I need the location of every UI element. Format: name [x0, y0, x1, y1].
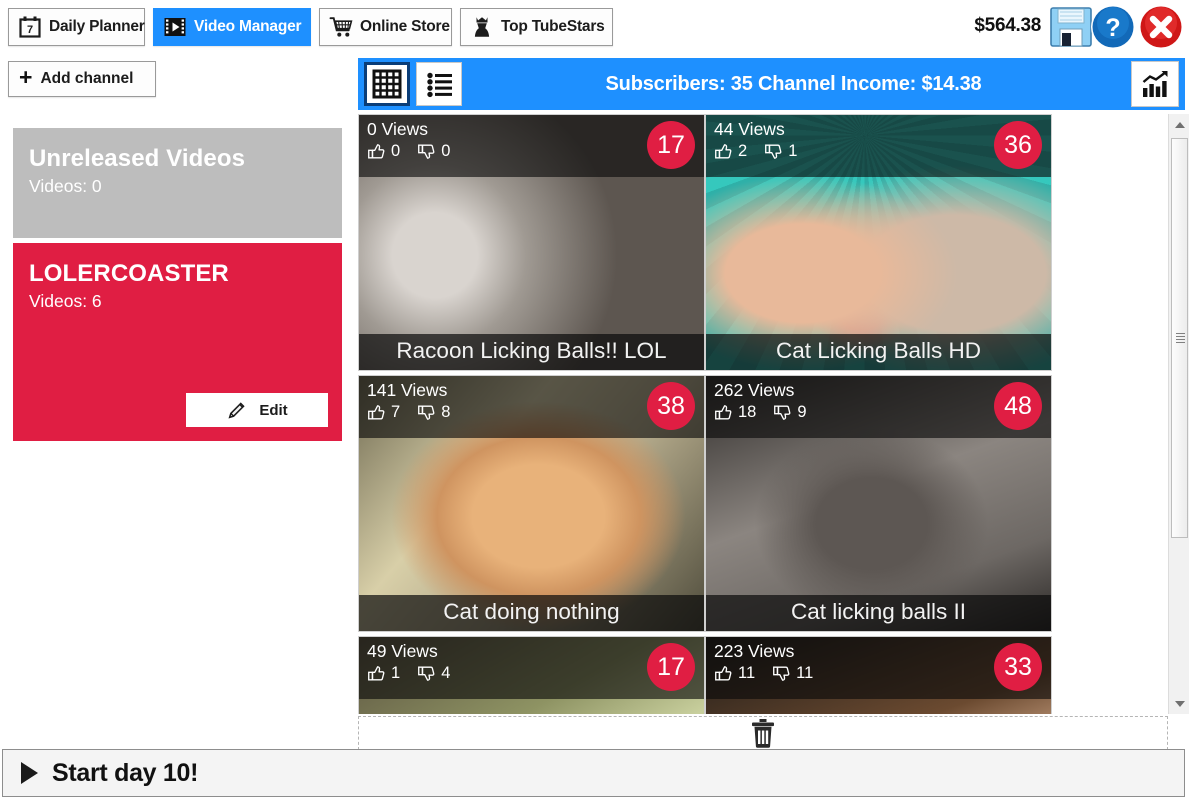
play-triangle-icon [21, 762, 38, 784]
scrollbar-grip-icon [1176, 333, 1185, 343]
video-likes: 18 [738, 402, 757, 421]
channel-video-count: Videos: 0 [29, 176, 102, 197]
video-dislikes: 11 [796, 663, 814, 682]
help-button[interactable]: ? [1089, 3, 1137, 51]
channel-statistics-button[interactable] [1131, 61, 1179, 107]
sidebar-channel-unreleased-videos[interactable]: Unreleased Videos Videos: 0 [13, 128, 342, 238]
tab-online-store-label: Online Store [360, 18, 450, 35]
shopping-cart-icon [329, 17, 353, 37]
thumbs-down-icon [418, 666, 435, 681]
video-title: Cat Licking Balls HD [706, 334, 1051, 370]
pencil-edit-icon [228, 402, 245, 419]
close-button[interactable] [1137, 3, 1185, 51]
tab-video-manager-label: Video Manager [194, 18, 302, 35]
chess-king-icon [474, 17, 490, 37]
video-likes: 0 [391, 141, 401, 160]
grid-view-icon [372, 69, 402, 99]
edit-channel-button[interactable]: Edit [186, 393, 328, 427]
video-grid-scrollbar[interactable] [1168, 114, 1189, 714]
start-day-button[interactable]: Start day 10! [2, 749, 1185, 797]
video-tile[interactable]: 49 Views 1 4 17 [358, 636, 705, 714]
tab-daily-planner[interactable]: 7 Daily Planner [8, 8, 145, 46]
video-tile[interactable]: 141 Views 7 8 38 Cat doing nothing [358, 375, 705, 632]
list-view-icon [427, 72, 452, 98]
svg-text:?: ? [1105, 14, 1120, 42]
video-tile[interactable]: 44 Views 2 1 36 Cat Licking Balls HD [705, 114, 1052, 371]
video-title: Cat doing nothing [359, 595, 704, 631]
video-score-badge: 48 [994, 382, 1042, 430]
video-likes: 1 [391, 663, 401, 682]
channel-stats-text: Subscribers: 35 Channel Income: $14.38 [605, 72, 982, 95]
edit-channel-label: Edit [259, 401, 288, 419]
thumbs-up-icon [368, 143, 385, 159]
tab-top-tubestars-label: Top TubeStars [501, 18, 605, 35]
video-tile[interactable]: 0 Views 0 0 17 Racoon Licking Balls!! LO… [358, 114, 705, 371]
video-tile[interactable]: 223 Views 11 11 33 [705, 636, 1052, 714]
film-play-icon [164, 18, 186, 36]
channel-sidebar: + Add channel Unreleased Videos Videos: … [0, 55, 355, 745]
thumbs-up-icon [715, 143, 732, 159]
video-likes: 2 [738, 141, 748, 160]
video-manager-window: 7 Daily Planner Video Manager Online Sto… [0, 0, 1189, 800]
video-dislikes: 1 [788, 141, 798, 160]
thumbs-down-icon [765, 144, 782, 159]
money-balance: $564.38 [974, 15, 1041, 36]
video-score-badge: 38 [647, 382, 695, 430]
grid-view-button[interactable] [364, 62, 410, 106]
video-likes: 7 [391, 402, 401, 421]
plus-icon: + [19, 64, 33, 90]
video-score-badge: 17 [647, 643, 695, 691]
video-grid: 0 Views 0 0 17 Racoon Licking Balls!! LO… [358, 114, 1168, 714]
tab-top-tubestars[interactable]: Top TubeStars [460, 8, 613, 46]
calendar-icon: 7 [19, 16, 41, 38]
tab-daily-planner-label: Daily Planner [49, 18, 145, 35]
channel-video-count: Videos: 6 [29, 291, 102, 312]
channel-name: Unreleased Videos [29, 145, 246, 172]
video-dislikes: 9 [797, 402, 807, 421]
video-score-badge: 33 [994, 643, 1042, 691]
top-navigation-bar: 7 Daily Planner Video Manager Online Sto… [0, 0, 1189, 55]
thumbs-down-icon [773, 666, 790, 681]
video-title: Cat licking balls II [706, 595, 1051, 631]
start-day-label: Start day 10! [52, 758, 199, 787]
video-dislikes: 4 [441, 663, 451, 682]
thumbs-up-icon [715, 665, 732, 681]
video-tile[interactable]: 262 Views 18 9 48 Cat licking balls II [705, 375, 1052, 632]
sidebar-channel-lolercoaster[interactable]: LOLERCOASTER Videos: 6 Edit [13, 243, 342, 441]
tab-online-store[interactable]: Online Store [319, 8, 452, 46]
bar-chart-stats-icon [1142, 71, 1168, 97]
video-score-badge: 17 [647, 121, 695, 169]
thumbs-down-icon [418, 144, 435, 159]
video-dislikes: 8 [441, 402, 451, 421]
video-likes: 11 [738, 663, 756, 682]
save-button[interactable] [1049, 5, 1093, 49]
trash-drop-zone[interactable] [358, 716, 1168, 750]
channel-name: LOLERCOASTER [29, 260, 229, 287]
video-title: Racoon Licking Balls!! LOL [359, 334, 704, 370]
svg-text:7: 7 [27, 24, 33, 36]
video-score-badge: 36 [994, 121, 1042, 169]
thumbs-down-icon [774, 405, 791, 420]
trash-can-icon [752, 719, 774, 748]
channel-stats-bar: Subscribers: 35 Channel Income: $14.38 [358, 58, 1185, 110]
list-view-button[interactable] [416, 62, 462, 106]
add-channel-button[interactable]: + Add channel [8, 61, 156, 97]
scroll-up-arrow-icon[interactable] [1169, 114, 1189, 135]
thumbs-up-icon [368, 665, 385, 681]
thumbs-up-icon [715, 404, 732, 420]
thumbs-down-icon [418, 405, 435, 420]
thumbs-up-icon [368, 404, 385, 420]
add-channel-label: Add channel [40, 70, 134, 87]
tab-video-manager[interactable]: Video Manager [153, 8, 311, 46]
scrollbar-thumb[interactable] [1171, 138, 1188, 538]
scroll-down-arrow-icon[interactable] [1169, 693, 1189, 714]
video-dislikes: 0 [441, 141, 451, 160]
